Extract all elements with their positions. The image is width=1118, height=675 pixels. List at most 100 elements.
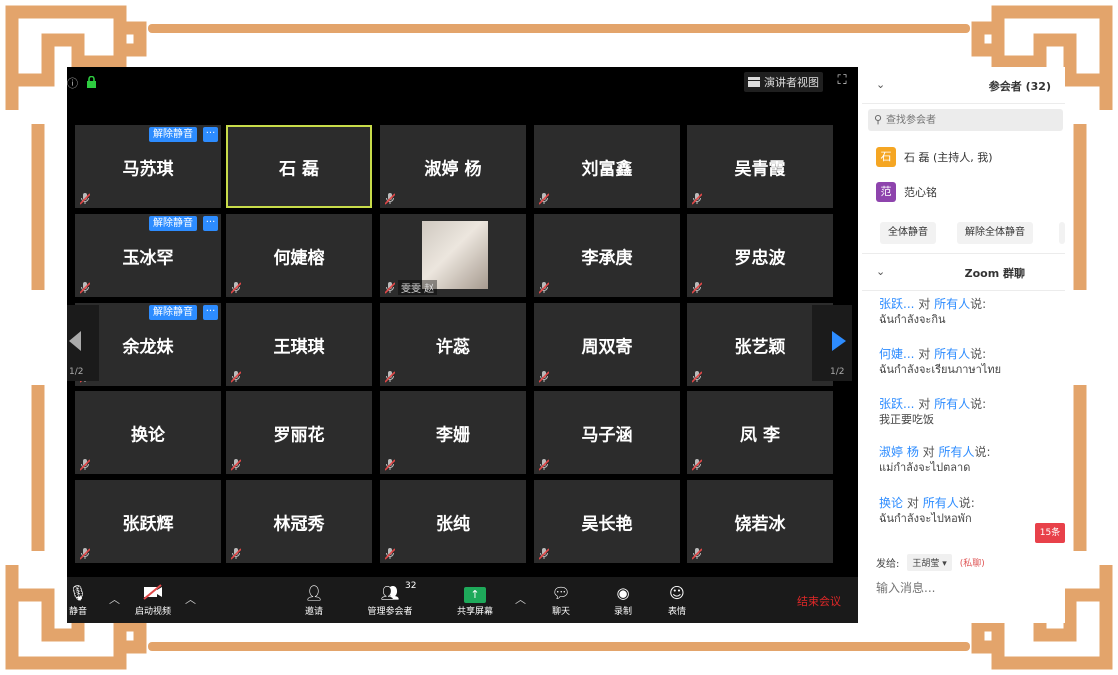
reactions-label: 表情 [667, 606, 686, 617]
participant-tile[interactable]: 刘富鑫 [534, 125, 680, 208]
chat-message: 淑婷 杨 对 所有人说: แม่กำลังจะไปตลาด [879, 444, 991, 476]
mic-muted-icon [80, 548, 90, 560]
invite-button[interactable]: 👤︎ 邀请 [299, 577, 329, 623]
unmute-button[interactable]: 解除静音 [149, 127, 197, 142]
participant-name: 换论 [131, 425, 165, 445]
more-options-button[interactable]: ··· [203, 305, 218, 320]
participant-name: 玉冰罕 [122, 248, 174, 268]
mute-all-button[interactable]: 全体静音 [880, 222, 936, 244]
more-options-button[interactable]: ··· [203, 127, 218, 142]
presenter-view-button[interactable]: 演讲者视图 [744, 72, 823, 92]
top-bar: ⓘ 演讲者视图 ⛶ [67, 67, 858, 97]
message-to: 对 [918, 297, 931, 311]
mic-muted-icon [539, 548, 549, 560]
participant-row[interactable]: 石 石 磊 (主持人, 我) [876, 146, 993, 168]
chevron-up-icon[interactable]: ︿ [185, 591, 196, 607]
participant-tile[interactable]: 罗丽花 [226, 391, 372, 474]
page-next-button[interactable]: 1/2 [812, 305, 852, 381]
message-sender[interactable]: 张跃... [879, 397, 914, 411]
participant-tile[interactable]: 王琪琪 [226, 303, 372, 386]
presenter-view-label: 演讲者视图 [764, 76, 819, 89]
message-said: 说: [970, 397, 987, 411]
unmute-button[interactable]: 解除静音 [149, 305, 197, 320]
mic-muted-icon [692, 548, 702, 560]
chat-icon: 💬︎ [551, 583, 571, 602]
reactions-button[interactable]: ☺ 表情 [664, 577, 690, 623]
fullscreen-icon[interactable]: ⛶ [833, 72, 851, 90]
info-icon[interactable]: ⓘ [67, 75, 78, 91]
participant-name: 何婕榕 [273, 248, 325, 268]
chevron-up-icon[interactable]: ︿ [515, 591, 526, 607]
participant-search-input[interactable] [886, 111, 1056, 129]
message-recipient[interactable]: 所有人 [934, 397, 970, 411]
message-body: แม่กำลังจะไปตลาด [879, 461, 971, 474]
unmute-button[interactable]: 解除静音 [149, 216, 197, 231]
message-sender[interactable]: 张跃... [879, 297, 914, 311]
participant-tile[interactable]: 罗忠波 [687, 214, 833, 297]
mic-muted-icon [539, 371, 549, 383]
unread-badge[interactable]: 15条 [1035, 523, 1065, 543]
participant-tile[interactable]: 石 磊 [226, 125, 372, 208]
message-body: ฉันกำลังจะเรียนภาษาไทย [879, 363, 1002, 376]
mic-muted-icon [692, 193, 702, 205]
record-label: 录制 [613, 606, 632, 617]
participant-tile[interactable]: 马苏琪 解除静音 ··· [75, 125, 221, 208]
mic-muted-icon [385, 193, 395, 205]
participant-tile[interactable]: 马子涵 [534, 391, 680, 474]
participant-tile[interactable]: 何婕榕 [226, 214, 372, 297]
start-video-button[interactable]: 启动视频 [129, 577, 177, 623]
message-recipient[interactable]: 所有人 [939, 445, 975, 459]
recipient-dropdown[interactable]: 王胡莹 ▾ [907, 554, 952, 571]
message-sender[interactable]: 换论 [879, 496, 903, 510]
mic-muted-icon [385, 548, 395, 560]
mic-muted-icon [231, 282, 241, 294]
mic-muted-icon [80, 282, 90, 294]
chat-message: 张跃... 对 所有人说: 我正要吃饭 [879, 396, 986, 428]
lock-icon[interactable] [87, 76, 96, 88]
participant-row[interactable]: 范 范心铭 [876, 181, 937, 203]
participant-tile[interactable]: 周双寄 [534, 303, 680, 386]
chat-input[interactable] [874, 575, 1058, 601]
participants-icon: 👥︎ [380, 583, 400, 602]
end-meeting-button[interactable]: 结束会议 [797, 593, 841, 609]
participant-tile[interactable]: 淑婷 杨 [380, 125, 526, 208]
message-recipient[interactable]: 所有人 [934, 297, 970, 311]
mic-muted-icon [80, 193, 90, 205]
participant-tile[interactable]: 雯雯 赵 [380, 214, 526, 297]
record-button[interactable]: ◉ 录制 [610, 577, 636, 623]
share-screen-button[interactable]: ↑ 共享屏幕 [452, 577, 498, 623]
participant-search[interactable]: ⚲ [868, 109, 1063, 131]
start-video-label: 启动视频 [134, 606, 171, 617]
participant-name: 凤 李 [740, 425, 780, 445]
more-options-button[interactable]: ··· [203, 216, 218, 231]
emoji-icon: ☺ [669, 583, 685, 602]
message-to: 对 [918, 397, 931, 411]
participant-tile[interactable]: 换论 [75, 391, 221, 474]
message-recipient[interactable]: 所有人 [923, 496, 959, 510]
participant-tile[interactable]: 饶若冰 [687, 480, 833, 563]
participant-tile[interactable]: 吴青霞 [687, 125, 833, 208]
chat-title: Zoom 群聊 [964, 267, 1025, 280]
participant-tile[interactable]: 凤 李 [687, 391, 833, 474]
chevron-down-icon[interactable]: ⌄ [876, 265, 885, 278]
message-sender[interactable]: 何婕... [879, 347, 914, 361]
participant-tile[interactable]: 李承庚 [534, 214, 680, 297]
chevron-up-icon[interactable]: ︿ [109, 591, 120, 607]
more-button[interactable] [1059, 222, 1065, 244]
chat-button[interactable]: 💬︎ 聊天 [549, 577, 573, 623]
mute-button[interactable]: 🎙︎ 静音 [67, 577, 89, 623]
participant-tile[interactable]: 林冠秀 [226, 480, 372, 563]
participant-name: 王琪琪 [273, 337, 325, 357]
message-sender[interactable]: 淑婷 杨 [879, 445, 919, 459]
participant-tile[interactable]: 李姗 [380, 391, 526, 474]
unmute-all-button[interactable]: 解除全体静音 [957, 222, 1033, 244]
chevron-down-icon[interactable]: ⌄ [876, 78, 885, 91]
page-prev-button[interactable]: 1/2 [67, 305, 99, 381]
participant-tile[interactable]: 玉冰罕 解除静音 ··· [75, 214, 221, 297]
message-to: 对 [918, 347, 931, 361]
participant-tile[interactable]: 张纯 [380, 480, 526, 563]
participant-tile[interactable]: 许蕊 [380, 303, 526, 386]
participant-tile[interactable]: 张跃辉 [75, 480, 221, 563]
message-recipient[interactable]: 所有人 [934, 347, 970, 361]
participant-tile[interactable]: 吴长艳 [534, 480, 680, 563]
